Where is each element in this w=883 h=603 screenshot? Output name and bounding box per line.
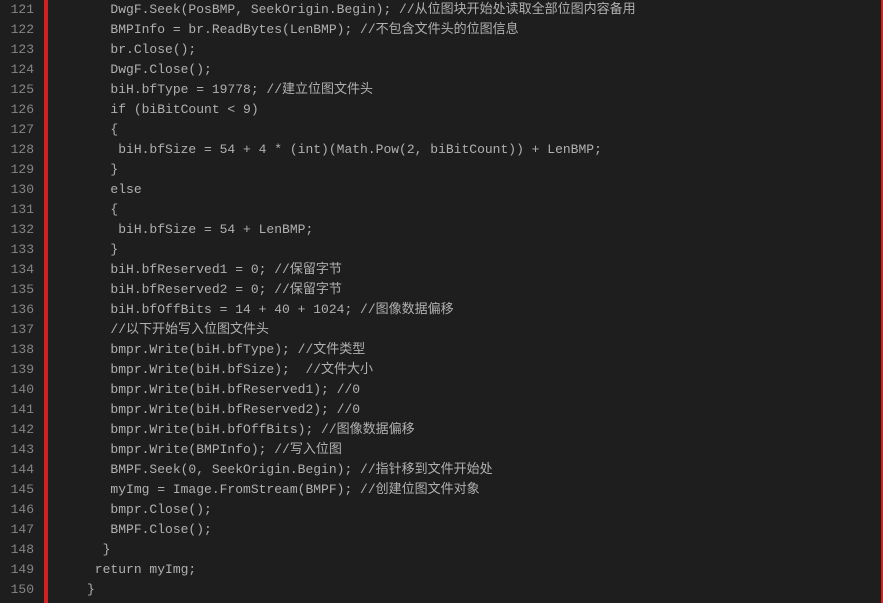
line-number: 139 <box>4 360 34 380</box>
line-number: 138 <box>4 340 34 360</box>
code-line[interactable]: { <box>48 120 881 140</box>
line-number: 132 <box>4 220 34 240</box>
line-number: 122 <box>4 20 34 40</box>
line-number: 150 <box>4 580 34 600</box>
line-number: 141 <box>4 400 34 420</box>
code-line[interactable]: bmpr.Write(biH.bfType); //文件类型 <box>48 340 881 360</box>
code-content[interactable]: DwgF.Seek(PosBMP, SeekOrigin.Begin); //从… <box>48 0 883 603</box>
code-line[interactable]: //以下开始写入位图文件头 <box>48 320 881 340</box>
code-editor: 1211221231241251261271281291301311321331… <box>0 0 883 603</box>
code-line[interactable]: return myImg; <box>48 560 881 580</box>
code-line[interactable]: DwgF.Close(); <box>48 60 881 80</box>
line-number: 126 <box>4 100 34 120</box>
code-line[interactable]: biH.bfReserved1 = 0; //保留字节 <box>48 260 881 280</box>
line-number: 144 <box>4 460 34 480</box>
line-number: 145 <box>4 480 34 500</box>
code-line[interactable]: } <box>48 240 881 260</box>
line-number: 131 <box>4 200 34 220</box>
code-line[interactable]: } <box>48 540 881 560</box>
code-line[interactable]: BMPInfo = br.ReadBytes(LenBMP); //不包含文件头… <box>48 20 881 40</box>
line-number-gutter: 1211221231241251261271281291301311321331… <box>0 0 44 603</box>
line-number: 133 <box>4 240 34 260</box>
line-number: 146 <box>4 500 34 520</box>
code-line[interactable]: myImg = Image.FromStream(BMPF); //创建位图文件… <box>48 480 881 500</box>
line-number: 147 <box>4 520 34 540</box>
code-line[interactable]: BMPF.Close(); <box>48 520 881 540</box>
line-number: 135 <box>4 280 34 300</box>
code-line[interactable]: biH.bfSize = 54 + 4 * (int)(Math.Pow(2, … <box>48 140 881 160</box>
code-line[interactable]: biH.bfType = 19778; //建立位图文件头 <box>48 80 881 100</box>
line-number: 125 <box>4 80 34 100</box>
line-number: 129 <box>4 160 34 180</box>
line-number: 128 <box>4 140 34 160</box>
code-line[interactable]: bmpr.Write(BMPInfo); //写入位图 <box>48 440 881 460</box>
code-line[interactable]: } <box>48 160 881 180</box>
line-number: 143 <box>4 440 34 460</box>
code-line[interactable]: br.Close(); <box>48 40 881 60</box>
code-line[interactable]: biH.bfOffBits = 14 + 40 + 1024; //图像数据偏移 <box>48 300 881 320</box>
code-line[interactable]: else <box>48 180 881 200</box>
code-line[interactable]: { <box>48 200 881 220</box>
code-line[interactable]: DwgF.Seek(PosBMP, SeekOrigin.Begin); //从… <box>48 0 881 20</box>
line-number: 134 <box>4 260 34 280</box>
code-line[interactable]: BMPF.Seek(0, SeekOrigin.Begin); //指针移到文件… <box>48 460 881 480</box>
line-number: 124 <box>4 60 34 80</box>
code-line[interactable]: if (biBitCount < 9) <box>48 100 881 120</box>
line-number: 127 <box>4 120 34 140</box>
code-line[interactable]: bmpr.Write(biH.bfReserved1); //0 <box>48 380 881 400</box>
line-number: 149 <box>4 560 34 580</box>
code-line[interactable]: } <box>48 580 881 600</box>
code-line[interactable]: biH.bfReserved2 = 0; //保留字节 <box>48 280 881 300</box>
code-line[interactable]: bmpr.Write(biH.bfSize); //文件大小 <box>48 360 881 380</box>
line-number: 136 <box>4 300 34 320</box>
line-number: 140 <box>4 380 34 400</box>
code-line[interactable]: biH.bfSize = 54 + LenBMP; <box>48 220 881 240</box>
line-number: 137 <box>4 320 34 340</box>
code-line[interactable]: bmpr.Write(biH.bfReserved2); //0 <box>48 400 881 420</box>
line-number: 148 <box>4 540 34 560</box>
code-line[interactable]: bmpr.Close(); <box>48 500 881 520</box>
line-number: 121 <box>4 0 34 20</box>
line-number: 123 <box>4 40 34 60</box>
code-line[interactable]: bmpr.Write(biH.bfOffBits); //图像数据偏移 <box>48 420 881 440</box>
line-number: 142 <box>4 420 34 440</box>
line-number: 130 <box>4 180 34 200</box>
